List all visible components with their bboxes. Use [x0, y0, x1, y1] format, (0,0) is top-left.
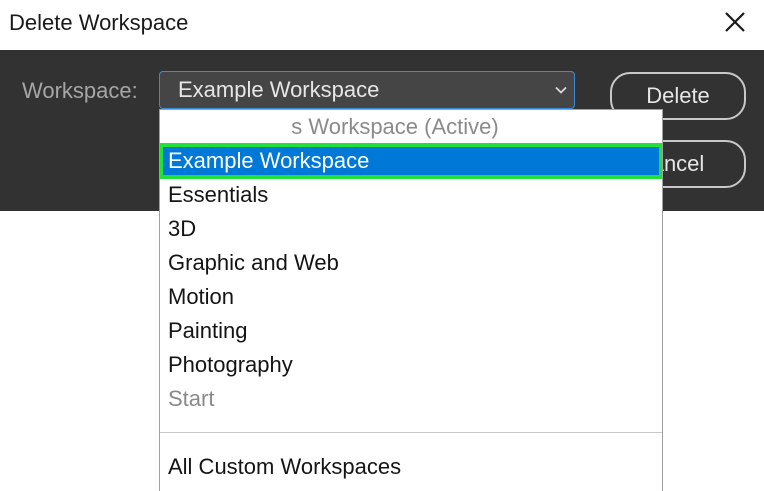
close-icon	[725, 12, 745, 32]
dropdown-item-photography[interactable]: Photography	[160, 348, 662, 382]
workspace-dropdown-list: s Workspace (Active) Example Workspace E…	[159, 109, 663, 491]
dialog-title: Delete Workspace	[9, 10, 189, 35]
dropdown-item-all-custom-workspaces[interactable]: All Custom Workspaces	[160, 450, 662, 484]
dropdown-item-painting[interactable]: Painting	[160, 314, 662, 348]
chevron-down-icon	[555, 86, 567, 94]
dropdown-item-start: Start	[168, 386, 215, 411]
workspace-label: Workspace:	[22, 78, 138, 103]
workspace-select-value: Example Workspace	[178, 77, 380, 102]
workspace-select[interactable]: Example Workspace	[159, 71, 575, 109]
dropdown-item-3d[interactable]: 3D	[160, 212, 662, 246]
dropdown-item-essentials[interactable]: Essentials	[160, 178, 662, 212]
dropdown-item-graphic-and-web[interactable]: Graphic and Web	[160, 246, 662, 280]
dropdown-item-example-workspace[interactable]: Example Workspace	[160, 143, 662, 179]
dropdown-divider	[160, 432, 662, 433]
dropdown-item-active-workspace: s Workspace (Active)	[291, 114, 499, 139]
dropdown-item-motion[interactable]: Motion	[160, 280, 662, 314]
close-button[interactable]	[716, 5, 754, 39]
title-bar: Delete Workspace	[0, 0, 764, 50]
